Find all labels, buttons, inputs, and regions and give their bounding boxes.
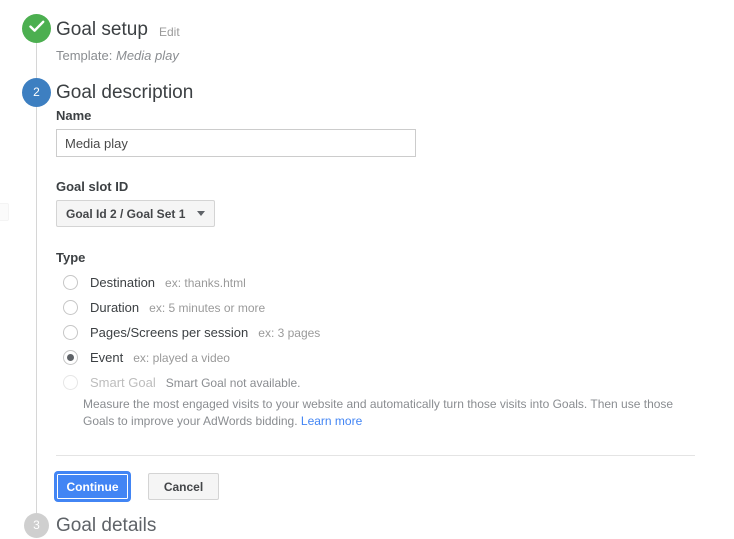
cancel-button[interactable]: Cancel: [148, 473, 219, 500]
radio-example-destination: ex: thanks.html: [165, 275, 246, 290]
radio-label-smart-goal: Smart Goal: [90, 375, 156, 390]
goal-slot-id-value: Goal Id 2 / Goal Set 1: [66, 206, 186, 221]
radio-row-smart-goal: Smart Goal Smart Goal not available.: [63, 375, 301, 390]
section-divider: [56, 455, 695, 456]
template-prefix-label: Template:: [56, 48, 113, 63]
radio-example-pages-per-session: ex: 3 pages: [258, 325, 321, 340]
left-edge-artifact: [0, 203, 9, 221]
radio-row-destination[interactable]: Destination ex: thanks.html: [63, 275, 246, 290]
step3-title: Goal details: [56, 515, 157, 536]
radio-row-event[interactable]: Event ex: played a video: [63, 350, 230, 365]
type-group-label: Type: [56, 250, 86, 265]
step-complete-check-icon: [22, 14, 51, 43]
radio-example-smart-goal: Smart Goal not available.: [165, 375, 301, 390]
smart-goal-description: Measure the most engaged visits to your …: [83, 396, 675, 430]
radio-row-pages-per-session[interactable]: Pages/Screens per session ex: 3 pages: [63, 325, 320, 340]
step3-number-badge: 3: [24, 513, 49, 538]
edit-goal-setup-link[interactable]: Edit: [159, 25, 180, 39]
radio-label-pages-per-session: Pages/Screens per session: [90, 325, 249, 340]
step2-number-badge: 2: [22, 78, 51, 107]
radio-pages-per-session-icon[interactable]: [63, 325, 78, 340]
radio-label-destination: Destination: [90, 275, 156, 290]
radio-label-event: Event: [90, 350, 124, 365]
goal-name-input[interactable]: [56, 129, 416, 157]
continue-button[interactable]: Continue: [56, 473, 129, 500]
radio-event-icon[interactable]: [63, 350, 78, 365]
step2-title: Goal description: [56, 82, 194, 103]
radio-example-duration: ex: 5 minutes or more: [149, 300, 266, 315]
radio-smart-goal-icon: [63, 375, 78, 390]
name-field-label: Name: [56, 108, 92, 123]
template-summary: Template: Media play: [56, 48, 179, 63]
radio-label-duration: Duration: [90, 300, 140, 315]
smart-goal-description-text: Measure the most engaged visits to your …: [83, 397, 674, 428]
goal-setup-wizard: Goal setup Edit Template: Media play 2 G…: [0, 0, 734, 539]
template-value: Media play: [116, 48, 179, 63]
goal-slot-id-label: Goal slot ID: [56, 179, 129, 194]
radio-row-duration[interactable]: Duration ex: 5 minutes or more: [63, 300, 265, 315]
step-connector-rail: [36, 38, 37, 518]
goal-slot-id-select[interactable]: Goal Id 2 / Goal Set 1: [56, 200, 216, 227]
radio-duration-icon[interactable]: [63, 300, 78, 315]
learn-more-link[interactable]: Learn more: [301, 414, 362, 428]
radio-example-event: ex: played a video: [133, 350, 230, 365]
radio-destination-icon[interactable]: [63, 275, 78, 290]
step1-title: Goal setup: [56, 19, 148, 40]
chevron-down-icon: [197, 211, 206, 216]
check-icon: [28, 20, 44, 32]
